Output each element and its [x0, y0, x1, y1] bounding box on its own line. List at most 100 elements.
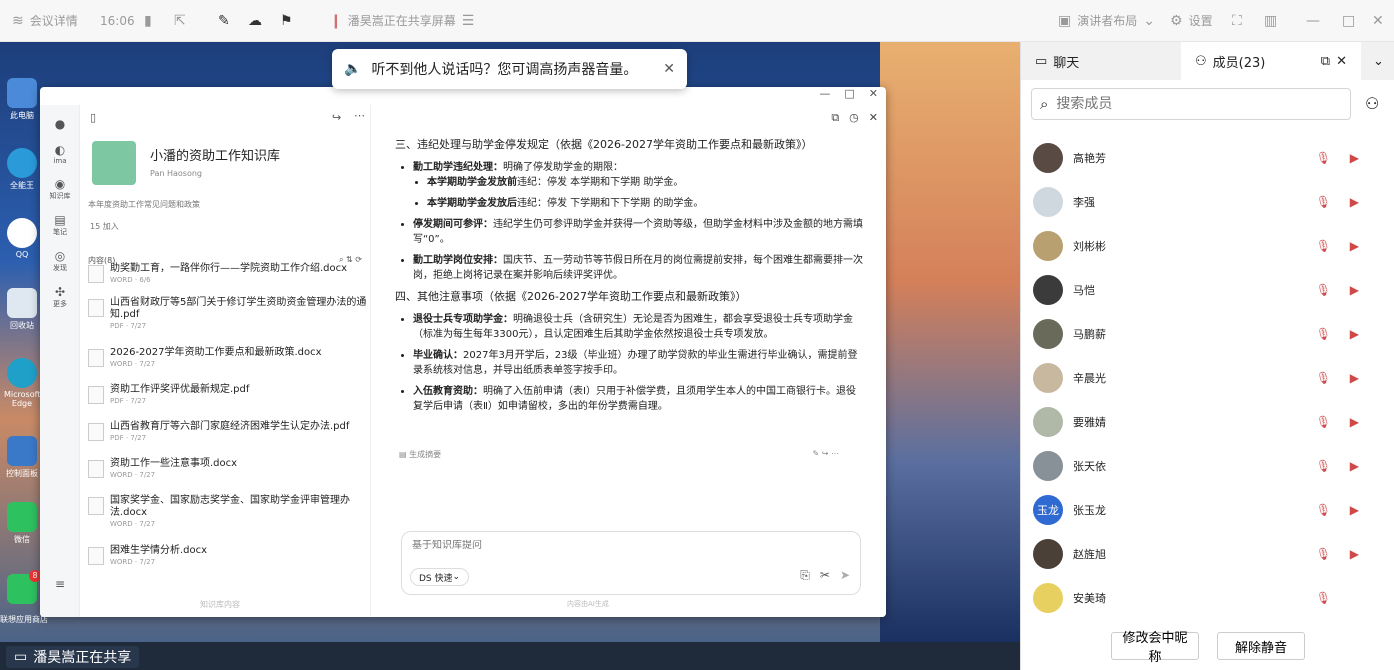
tab-members[interactable]: ⚇ 成员(23) ⧉ ✕: [1181, 42, 1361, 80]
generate-summary-button[interactable]: ▤ 生成摘要: [399, 449, 441, 460]
answer-action-icons[interactable]: ✎ ↪ ⋯: [813, 449, 840, 460]
rail-menu[interactable]: ≡: [40, 577, 80, 591]
document-meta: PDF · 7/27: [110, 322, 147, 330]
invite-member-icon[interactable]: ⚇: [1365, 94, 1379, 113]
document-list-item[interactable]: 资助工作评奖评优最新规定.pdf PDF · 7/27: [88, 384, 368, 405]
camera-off-icon[interactable]: ▶: [1350, 459, 1359, 473]
desktop-icon-phone[interactable]: 8: [4, 570, 41, 606]
more-dots-icon[interactable]: ⋯: [354, 109, 365, 122]
rail-item-ima[interactable]: ◐ ima: [40, 143, 80, 165]
camera-off-icon[interactable]: ▶: [1350, 239, 1359, 253]
compass-icon: ◎: [54, 249, 66, 263]
cloud-icon[interactable]: ☁: [248, 14, 262, 28]
camera-off-icon[interactable]: ▶: [1350, 415, 1359, 429]
mic-muted-icon[interactable]: 🎙: [1316, 195, 1331, 209]
annotate-icon[interactable]: ✎: [218, 14, 230, 28]
camera-off-icon[interactable]: ▶: [1350, 195, 1359, 209]
mic-muted-icon[interactable]: 🎙: [1316, 415, 1331, 429]
fullscreen-icon[interactable]: ⛶: [1232, 14, 1242, 28]
model-select[interactable]: DS 快速 ⌄: [410, 568, 470, 586]
document-list-item[interactable]: 2026-2027学年资助工作要点和最新政策.docx WORD · 7/27: [88, 347, 368, 368]
question-input[interactable]: [412, 540, 712, 551]
search-input[interactable]: [1056, 96, 1317, 112]
popout-icon[interactable]: ⇱: [174, 14, 186, 28]
attach-icon[interactable]: ⎘: [800, 568, 810, 583]
scissors-icon[interactable]: ✂: [820, 568, 830, 583]
desktop-icon-recycle[interactable]: 回收站: [4, 288, 40, 331]
member-row[interactable]: 赵旌旭 🎙 ▶: [1033, 534, 1373, 574]
desktop-icon-qq[interactable]: QQ: [4, 218, 40, 259]
panel-toggle-icon[interactable]: ▯: [90, 111, 96, 124]
minimize-icon[interactable]: —: [819, 87, 830, 105]
rail-item-more[interactable]: ✣ 更多: [40, 285, 80, 309]
maximize-icon[interactable]: □: [844, 87, 854, 105]
member-row[interactable]: 马恺 🎙 ▶: [1033, 270, 1373, 310]
rail-item-kb[interactable]: ◉ 知识库: [40, 177, 80, 201]
minimize-icon[interactable]: —: [1306, 14, 1320, 28]
document-list-item[interactable]: 山西省财政厅等5部门关于修订学生资助资金管理办法的通知.pdf PDF · 7/2…: [88, 297, 368, 330]
member-row[interactable]: 辛晨光 🎙 ▶: [1033, 358, 1373, 398]
time-label: 16:06: [100, 13, 135, 28]
rail-avatar[interactable]: ●: [40, 117, 80, 131]
mic-muted-icon[interactable]: 🎙: [1316, 503, 1331, 517]
mic-muted-icon[interactable]: 🎙: [1316, 547, 1331, 561]
camera-off-icon[interactable]: ▶: [1350, 547, 1359, 561]
history-icon[interactable]: ◷: [849, 111, 859, 125]
presenter-layout-button[interactable]: ▣ 演讲者布局 ⌄: [1058, 12, 1155, 29]
send-icon[interactable]: ➤: [840, 568, 850, 583]
close-icon[interactable]: ✕: [1336, 54, 1347, 69]
unmute-button[interactable]: 解除静音: [1217, 632, 1305, 660]
new-chat-icon[interactable]: ⧉: [831, 111, 839, 125]
member-row[interactable]: 李强 🎙 ▶: [1033, 182, 1373, 222]
mic-muted-icon[interactable]: 🎙: [1316, 371, 1331, 385]
desktop-icon-edge[interactable]: Microsoft Edge: [4, 358, 40, 408]
member-row[interactable]: 马鹏薪 🎙 ▶: [1033, 314, 1373, 354]
document-list-item[interactable]: 资助工作一些注意事项.docx WORD · 7/27: [88, 458, 368, 479]
member-search[interactable]: ⌕: [1031, 88, 1351, 120]
document-list-item[interactable]: 国家奖学金、国家励志奖学金、国家助学金评审管理办法.docx WORD · 7/2…: [88, 495, 368, 528]
meeting-info-button[interactable]: ≋ 会议详情: [12, 12, 78, 29]
tab-chat[interactable]: ▭ 聊天: [1021, 42, 1181, 80]
rename-button[interactable]: 修改会中昵称: [1111, 631, 1199, 665]
sharing-indicator[interactable]: ▭ 潘昊嵩正在共享: [6, 646, 140, 668]
request-control-icon[interactable]: ⚑: [280, 14, 293, 28]
member-row[interactable]: 高艳芳 🎙 ▶: [1033, 138, 1373, 178]
share-icon[interactable]: ↪: [332, 111, 341, 124]
desktop-icon-control[interactable]: 控制面板: [4, 436, 40, 479]
question-box[interactable]: DS 快速 ⌄ ⎘ ✂ ➤: [401, 531, 861, 595]
desktop-icon-scanner[interactable]: 全能王: [4, 148, 40, 191]
document-list-item[interactable]: 山西省教育厅等六部门家庭经济困难学生认定办法.pdf PDF · 7/27: [88, 421, 368, 442]
camera-off-icon[interactable]: ▶: [1350, 503, 1359, 517]
mic-muted-icon[interactable]: 🎙: [1316, 591, 1331, 605]
close-icon[interactable]: ✕: [869, 87, 878, 105]
camera-off-icon[interactable]: ▶: [1350, 283, 1359, 297]
rail-item-notes[interactable]: ▤ 笔记: [40, 213, 80, 237]
maximize-icon[interactable]: □: [1342, 14, 1355, 28]
mic-muted-icon[interactable]: 🎙: [1316, 239, 1331, 253]
mic-muted-icon[interactable]: 🎙: [1316, 327, 1331, 341]
close-icon[interactable]: ✕: [663, 61, 675, 77]
member-row[interactable]: 要雅婧 🎙 ▶: [1033, 402, 1373, 442]
close-icon[interactable]: ✕: [1372, 14, 1384, 28]
member-row[interactable]: 安美琦 🎙: [1033, 578, 1373, 618]
desktop-icon-wechat[interactable]: 微信: [4, 502, 40, 545]
document-list-item[interactable]: 困难生学情分析.docx WORD · 7/27: [88, 545, 368, 566]
camera-off-icon[interactable]: ▶: [1350, 371, 1359, 385]
mic-muted-icon[interactable]: 🎙: [1316, 151, 1331, 165]
camera-off-icon[interactable]: ▶: [1350, 151, 1359, 165]
member-row[interactable]: 张天依 🎙 ▶: [1033, 446, 1373, 486]
desktop-icon-pc[interactable]: 此电脑: [4, 78, 40, 121]
chevron-down-icon[interactable]: ⌄: [1373, 54, 1384, 69]
popout-icon[interactable]: ⧉: [1321, 54, 1330, 69]
camera-off-icon[interactable]: ▶: [1350, 327, 1359, 341]
member-row[interactable]: 玉龙 张玉龙 🎙 ▶: [1033, 490, 1373, 530]
close-icon[interactable]: ✕: [869, 111, 878, 125]
mic-muted-icon[interactable]: 🎙: [1316, 459, 1331, 473]
sidebar-toggle-icon[interactable]: ▥: [1264, 14, 1277, 28]
rail-item-discover[interactable]: ◎ 发现: [40, 249, 80, 273]
settings-button[interactable]: ⚙ 设置: [1170, 12, 1213, 29]
member-row[interactable]: 刘彬彬 🎙 ▶: [1033, 226, 1373, 266]
mic-muted-icon[interactable]: 🎙: [1316, 283, 1331, 297]
menu-lines-icon[interactable]: ☰: [462, 14, 475, 28]
document-list-item[interactable]: 助奖勤工育，一路伴你行——学院资助工作介绍.docx WORD · 6/6: [88, 263, 368, 284]
